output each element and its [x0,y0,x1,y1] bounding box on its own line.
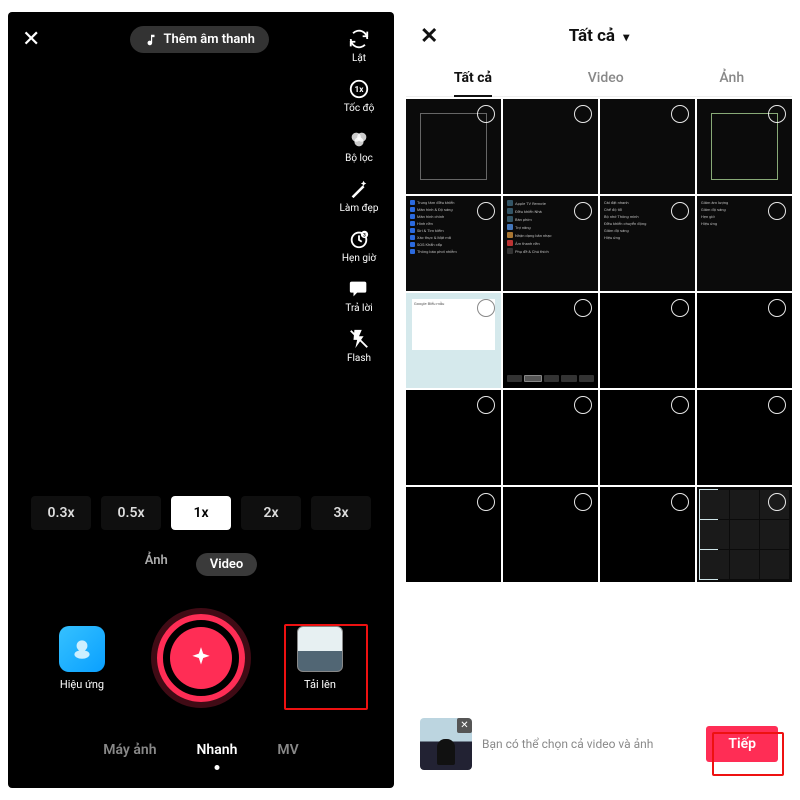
upload-button[interactable]: Tải lên [286,626,354,691]
hint-text: Bạn có thể chọn cả video và ảnh [482,737,696,751]
chevron-down-icon: ▾ [623,30,629,44]
tool-flash[interactable]: Flash [332,328,386,364]
tool-timer[interactable]: 3 Hẹn giờ [332,228,386,264]
media-item[interactable]: Apple TV Remote Điều khiển Nhà Bàn phím … [503,196,598,291]
mode-mv[interactable]: MV [277,742,298,758]
media-item[interactable] [600,390,695,485]
speed-selector: 0.3x 0.5x 1x 2x 3x [8,496,394,530]
reply-icon [348,278,370,300]
tool-beauty[interactable]: Làm đẹp [332,178,386,214]
speed-3x[interactable]: 3x [311,496,371,530]
svg-text:3: 3 [363,232,366,238]
media-item[interactable] [697,487,792,582]
media-item[interactable] [406,487,501,582]
mode-quick[interactable]: Nhanh [197,742,238,758]
next-button[interactable]: Tiếp [706,726,778,762]
media-item[interactable] [600,293,695,388]
album-dropdown[interactable]: Tất cả ▾ [569,26,630,46]
speed-2x[interactable]: 2x [241,496,301,530]
wand-icon [348,178,370,200]
picker-tabs: Tất cả Video Ảnh [406,60,792,97]
svg-text:1x: 1x [355,85,365,95]
media-type-tabs: Ảnh Video [8,553,394,576]
media-item[interactable] [406,390,501,485]
camera-screen: ✕ Thêm âm thanh Lật 1x Tốc độ Bộ lọc [8,12,394,788]
remove-selection-icon[interactable]: ✕ [457,718,472,733]
gallery-picker-screen: ✕ Tất cả ▾ Tất cả Video Ảnh Trung tâm đi… [406,12,792,788]
tab-video[interactable]: Video [196,553,258,576]
add-sound-label: Thêm âm thanh [164,32,255,47]
media-item[interactable] [697,293,792,388]
media-item[interactable] [406,99,501,194]
mode-tabs: Máy ảnh Nhanh MV [8,742,394,758]
speed-0-3x[interactable]: 0.3x [31,496,91,530]
selected-thumb[interactable]: ✕ [420,718,472,770]
filter-icon [348,128,370,150]
upload-thumb [297,626,343,672]
tab-photo[interactable]: Ảnh [145,553,168,576]
media-item[interactable] [600,487,695,582]
picker-header: ✕ Tất cả ▾ [406,12,792,60]
effects-button[interactable]: Hiệu ứng [48,626,116,691]
tool-flip[interactable]: Lật [332,28,386,64]
record-button[interactable] [157,614,245,702]
speed-icon: 1x [348,78,370,100]
mode-indicator-dot [214,765,219,770]
media-grid: Trung tâm điều khiển Màn hình & Độ sáng … [406,97,792,582]
sparkle-icon [188,645,214,671]
timer-icon: 3 [348,228,370,250]
flip-icon [348,28,370,50]
add-sound-button[interactable]: Thêm âm thanh [130,26,269,53]
media-item[interactable]: Cài đặt nhanh Chế độ tối Bộ nhớ Thông mi… [600,196,695,291]
media-item[interactable] [697,390,792,485]
tool-filter[interactable]: Bộ lọc [332,128,386,164]
media-item[interactable] [503,293,598,388]
effects-icon [59,626,105,672]
media-item[interactable] [503,390,598,485]
tool-reply[interactable]: Trả lời [332,278,386,314]
picker-footer: ✕ Bạn có thể chọn cả video và ảnh Tiếp [406,704,792,788]
close-icon[interactable]: ✕ [420,24,438,49]
tab-photo[interactable]: Ảnh [713,60,750,96]
record-inner [170,627,232,689]
tool-speed[interactable]: 1x Tốc độ [332,78,386,114]
media-item[interactable] [503,487,598,582]
media-item[interactable]: Trung tâm điều khiển Màn hình & Độ sáng … [406,196,501,291]
close-icon[interactable]: ✕ [22,27,40,52]
speed-1x[interactable]: 1x [171,496,231,530]
flash-off-icon [348,328,370,350]
media-item[interactable] [600,99,695,194]
media-item[interactable]: Google Biểu mẫu [406,293,501,388]
media-item[interactable]: Giảm âm lượng Giảm độ sáng Hẹn giờ Hiệu … [697,196,792,291]
media-item[interactable] [503,99,598,194]
speed-0-5x[interactable]: 0.5x [101,496,161,530]
music-note-icon [144,33,158,47]
tab-all[interactable]: Tất cả [448,60,498,96]
media-item[interactable] [697,99,792,194]
side-tools: Lật 1x Tốc độ Bộ lọc Làm đẹp 3 Hẹn giờ T… [332,28,386,364]
tab-video[interactable]: Video [582,60,630,96]
mode-camera[interactable]: Máy ảnh [103,742,156,758]
